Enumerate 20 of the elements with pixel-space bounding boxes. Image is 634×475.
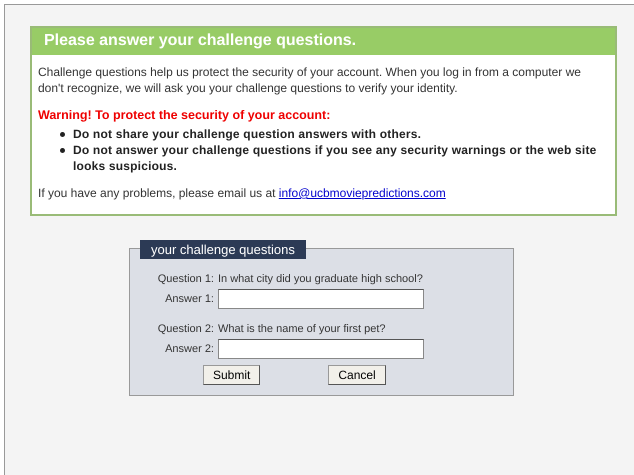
question-label: Question 2:	[156, 323, 214, 335]
form-legend: your challenge questions	[140, 240, 306, 259]
email-link[interactable]: info@ucbmoviepredictions.com	[278, 186, 446, 200]
answer-field[interactable]	[218, 289, 424, 309]
warning-heading: Warning! To protect the security of your account:	[38, 108, 332, 122]
bullet-icon	[60, 132, 65, 137]
bullet-icon	[60, 148, 65, 153]
answer-field[interactable]	[218, 339, 424, 359]
contact-text: If you have any problems, please email us at info@ucbmoviepredictions.com	[38, 186, 447, 200]
intro-text: Challenge questions help us protect the security of your account. When you log in from a computer we don't recognize, we will ask you your challenge questions to verify your identity.	[38, 64, 582, 96]
question-text: What is the name of your first pet?	[218, 323, 386, 335]
warning-item: Do not answer your challenge questions if you see any security warnings or the web site looks suspicious.	[73, 142, 598, 174]
answer-label: Answer 1:	[164, 293, 214, 305]
answer-label: Answer 2:	[164, 343, 214, 355]
submit-button[interactable]: Submit	[203, 365, 260, 385]
warning-item: Do not share your challenge question answers with others.	[73, 126, 422, 142]
notice-title: Please answer your challenge questions.	[32, 28, 615, 55]
question-label: Question 1:	[156, 273, 214, 285]
cancel-button[interactable]: Cancel	[328, 365, 386, 385]
question-text: In what city did you graduate high school?	[218, 273, 423, 285]
